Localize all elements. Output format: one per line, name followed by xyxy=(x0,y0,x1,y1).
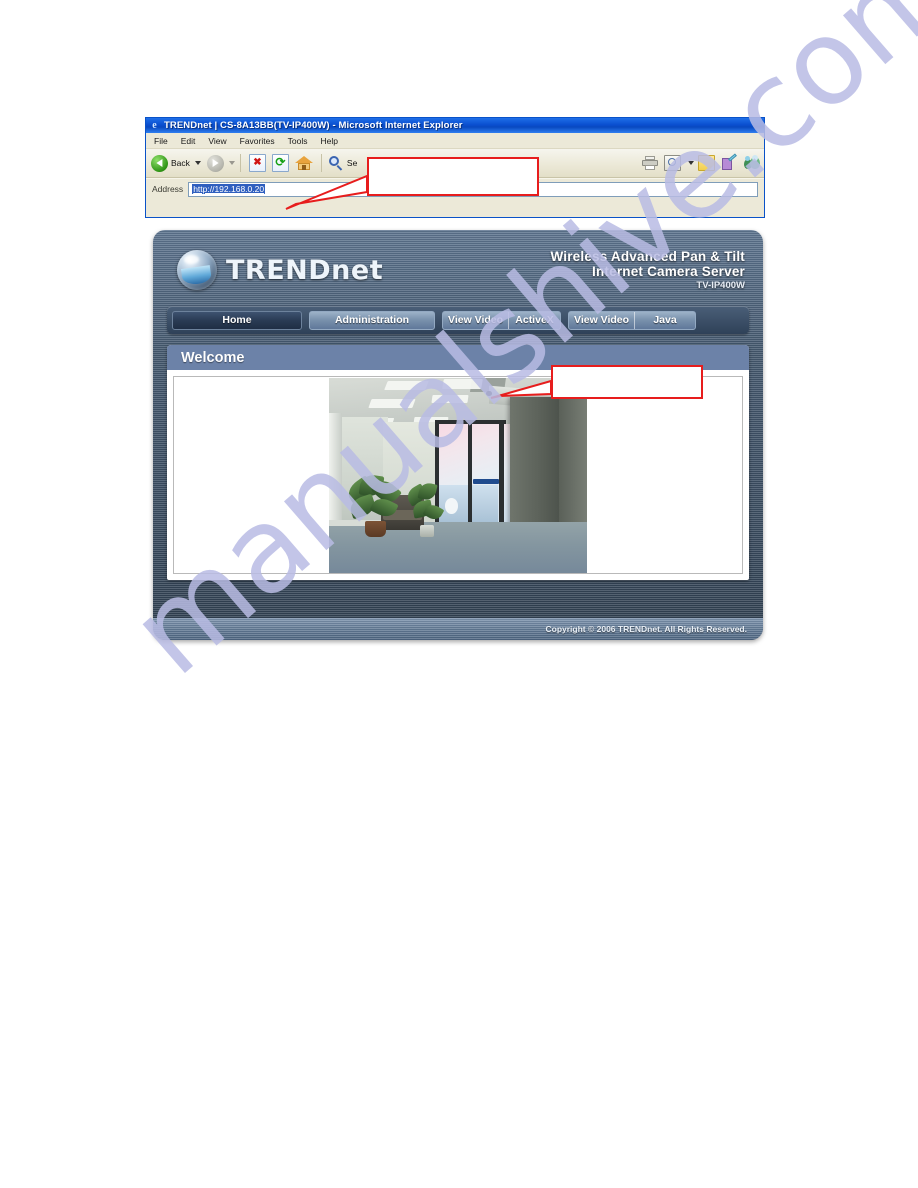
callout-welcome-box xyxy=(551,365,703,399)
callout-address-box xyxy=(367,157,539,196)
